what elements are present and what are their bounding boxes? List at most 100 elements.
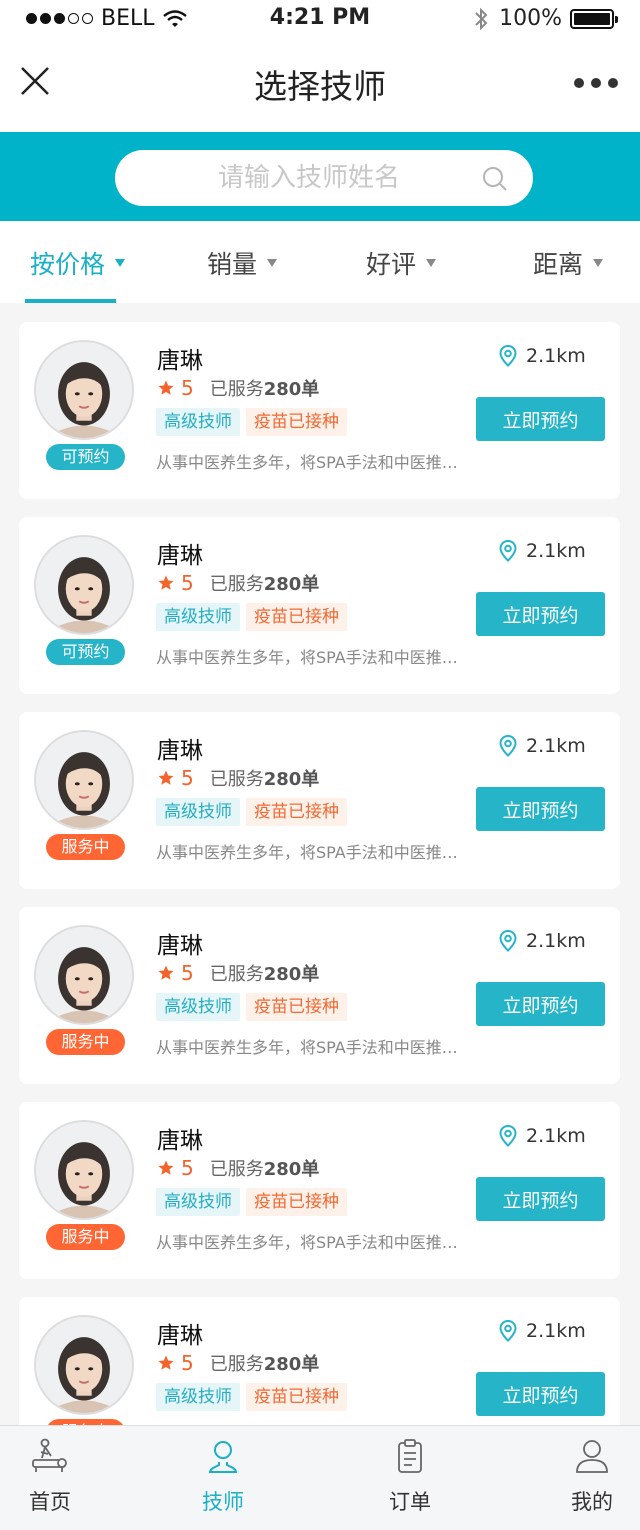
bottom-tab-bar: 首页 技师 订单 我的 — [0, 1425, 640, 1530]
level-tag: 高级技师 — [156, 993, 240, 1021]
sort-tabs: 按价格 销量 好评 距离 — [0, 221, 640, 303]
sort-tab-label: 销量 — [207, 250, 258, 279]
star-icon — [158, 770, 174, 785]
served-label: 已服务 — [209, 769, 264, 790]
technician-card[interactable]: 服务中 唐琳 5 已服务 280单 高级技师 疫苗已接种 从事中医养生多年，将S… — [19, 712, 620, 889]
tag-list: 高级技师 疫苗已接种 — [156, 408, 347, 436]
book-now-button[interactable]: 立即预约 — [476, 592, 605, 636]
sort-tab-distance[interactable]: 距离 — [533, 245, 604, 281]
tag-list: 高级技师 疫苗已接种 — [156, 993, 347, 1021]
distance: 2.1km — [499, 540, 586, 562]
tabbar-item-home[interactable]: 首页 — [5, 1438, 95, 1516]
sort-tab-reviews[interactable]: 好评 — [366, 245, 437, 281]
avatar — [34, 925, 134, 1025]
availability-badge: 服务中 — [46, 1029, 125, 1055]
distance: 2.1km — [499, 1320, 586, 1342]
distance-value: 2.1km — [526, 930, 586, 952]
battery-percent: 100% — [499, 6, 562, 31]
distance-value: 2.1km — [526, 1320, 586, 1342]
book-now-button[interactable]: 立即预约 — [476, 787, 605, 831]
distance: 2.1km — [499, 930, 586, 952]
served-count: 280单 — [263, 1354, 320, 1375]
technician-name: 唐琳 — [157, 348, 203, 374]
technician-list: 可预约 唐琳 5 已服务 280单 高级技师 疫苗已接种 从事中医养生多年，将S… — [19, 322, 620, 1425]
location-pin-icon — [499, 1320, 517, 1342]
sort-tab-price[interactable]: 按价格 — [30, 245, 126, 281]
served-label: 已服务 — [209, 964, 264, 985]
book-now-button[interactable]: 立即预约 — [476, 397, 605, 441]
technician-photo — [36, 1317, 132, 1413]
level-tag: 高级技师 — [156, 798, 240, 826]
technician-name: 唐琳 — [157, 933, 203, 959]
star-icon — [158, 575, 174, 590]
search-input[interactable] — [115, 150, 533, 206]
tabbar-item-profile[interactable]: 我的 — [547, 1438, 637, 1516]
rating-score: 5 — [181, 1351, 194, 1375]
served-count: 280单 — [263, 964, 320, 985]
level-tag: 高级技师 — [156, 603, 240, 631]
availability-badge: 服务中 — [46, 834, 125, 860]
technician-description: 从事中医养生多年，将SPA手法和中医推拿相结合 — [156, 1038, 466, 1057]
technician-card[interactable]: 可预约 唐琳 5 已服务 280单 高级技师 疫苗已接种 从事中医养生多年，将S… — [19, 322, 620, 499]
technician-description: 从事中医养生多年，将SPA手法和中医推拿相结合 — [156, 453, 466, 472]
battery-icon — [570, 8, 618, 29]
technician-photo — [36, 1122, 132, 1218]
avatar — [34, 340, 134, 440]
technician-card[interactable]: 服务中 唐琳 5 已服务 280单 高级技师 疫苗已接种 从事中医养生多年，将S… — [19, 1297, 620, 1425]
vaccine-tag: 疫苗已接种 — [246, 408, 347, 436]
technician-description: 从事中医养生多年，将SPA手法和中医推拿相结合 — [156, 648, 466, 667]
search-box — [115, 150, 533, 206]
technician-photo — [36, 732, 132, 828]
avatar — [34, 1120, 134, 1220]
star-icon — [158, 1355, 174, 1370]
avatar — [34, 730, 134, 830]
tag-list: 高级技师 疫苗已接种 — [156, 1188, 347, 1216]
sort-tab-sales[interactable]: 销量 — [207, 245, 278, 281]
distance-value: 2.1km — [526, 540, 586, 562]
tabbar-item-orders[interactable]: 订单 — [365, 1438, 455, 1516]
technician-photo — [36, 927, 132, 1023]
massage-icon — [32, 1438, 67, 1472]
distance-value: 2.1km — [526, 735, 586, 757]
tag-list: 高级技师 疫苗已接种 — [156, 1383, 347, 1411]
rating-score: 5 — [181, 376, 194, 400]
level-tag: 高级技师 — [156, 1188, 240, 1216]
book-now-button[interactable]: 立即预约 — [476, 1372, 605, 1416]
bluetooth-icon — [475, 7, 488, 30]
distance: 2.1km — [499, 735, 586, 757]
served-label: 已服务 — [209, 1354, 264, 1375]
technician-photo — [36, 537, 132, 633]
tabbar-item-technician[interactable]: 技师 — [178, 1438, 268, 1516]
vaccine-tag: 疫苗已接种 — [246, 1383, 347, 1411]
technician-description: 从事中医养生多年，将SPA手法和中医推拿相结合 — [156, 843, 466, 862]
location-pin-icon — [499, 345, 517, 367]
sort-tab-label: 按价格 — [30, 250, 106, 279]
tabbar-label: 我的 — [571, 1490, 613, 1514]
page-title: 选择技师 — [254, 67, 386, 106]
rating-row: 5 已服务 280单 — [157, 1155, 319, 1181]
book-now-button[interactable]: 立即预约 — [476, 1177, 605, 1221]
rating-score: 5 — [181, 766, 194, 790]
served-count: 280单 — [263, 1159, 320, 1180]
caret-down-icon — [267, 259, 278, 267]
rating-row: 5 已服务 280单 — [157, 570, 319, 596]
tag-list: 高级技师 疫苗已接种 — [156, 798, 347, 826]
book-now-button[interactable]: 立即预约 — [476, 982, 605, 1026]
rating-row: 5 已服务 280单 — [157, 765, 319, 791]
distance: 2.1km — [499, 1125, 586, 1147]
availability-badge: 可预约 — [46, 444, 125, 470]
more-options-icon[interactable] — [574, 78, 618, 88]
served-label: 已服务 — [209, 574, 264, 595]
search-icon[interactable] — [481, 165, 509, 193]
served-count: 280单 — [263, 574, 320, 595]
technician-card[interactable]: 服务中 唐琳 5 已服务 280单 高级技师 疫苗已接种 从事中医养生多年，将S… — [19, 1102, 620, 1279]
status-bar: BELL 4:21 PM 100% — [0, 0, 640, 40]
technician-card[interactable]: 服务中 唐琳 5 已服务 280单 高级技师 疫苗已接种 从事中医养生多年，将S… — [19, 907, 620, 1084]
technician-card[interactable]: 可预约 唐琳 5 已服务 280单 高级技师 疫苗已接种 从事中医养生多年，将S… — [19, 517, 620, 694]
vaccine-tag: 疫苗已接种 — [246, 993, 347, 1021]
technician-icon — [208, 1441, 238, 1473]
served-label: 已服务 — [209, 1159, 264, 1180]
availability-badge: 可预约 — [46, 639, 125, 665]
technician-description: 从事中医养生多年，将SPA手法和中医推拿相结合 — [156, 1233, 466, 1252]
location-pin-icon — [499, 930, 517, 952]
